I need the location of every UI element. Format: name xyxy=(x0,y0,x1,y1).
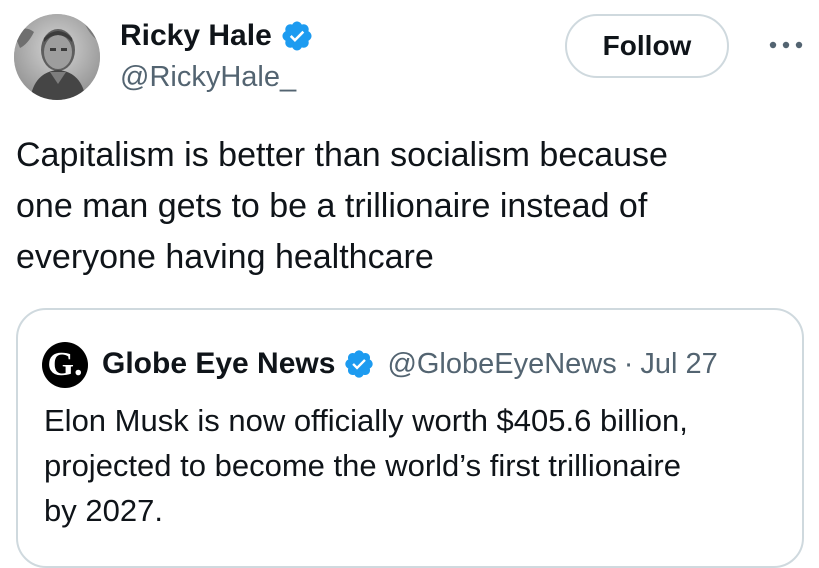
quote-separator: · xyxy=(623,347,634,380)
more-options-button[interactable] xyxy=(766,30,806,60)
quote-header: Globe Eye News @GlobeEyeNews · Jul 27 xyxy=(102,344,718,384)
quote-author-avatar[interactable]: G. xyxy=(42,342,88,388)
quote-avatar-logo: G. xyxy=(47,346,83,383)
author-avatar[interactable] xyxy=(14,14,100,100)
quoted-tweet[interactable]: G. Globe Eye News @GlobeEyeNews · Jul 27… xyxy=(16,308,804,568)
author-display-name[interactable]: Ricky Hale xyxy=(120,16,272,56)
quote-verified-badge-icon xyxy=(345,350,374,378)
author-handle[interactable]: @RickyHale_ xyxy=(120,58,296,96)
more-options-icon xyxy=(769,41,803,49)
quote-date[interactable]: Jul 27 xyxy=(640,348,717,381)
verified-badge-icon xyxy=(282,21,312,51)
quote-handle[interactable]: @GlobeEyeNews xyxy=(387,348,616,381)
follow-button[interactable]: Follow xyxy=(565,14,729,78)
quote-display-name[interactable]: Globe Eye News xyxy=(102,347,335,381)
tweet-text: Capitalism is better than socialism beca… xyxy=(16,136,668,276)
tweet-card: Ricky Hale @RickyHale_ Follow Capitalism… xyxy=(0,0,819,568)
quote-text: Elon Musk is now officially worth $405.6… xyxy=(44,403,688,528)
author-name-row: Ricky Hale xyxy=(120,16,314,56)
avatar-photo xyxy=(14,14,100,100)
